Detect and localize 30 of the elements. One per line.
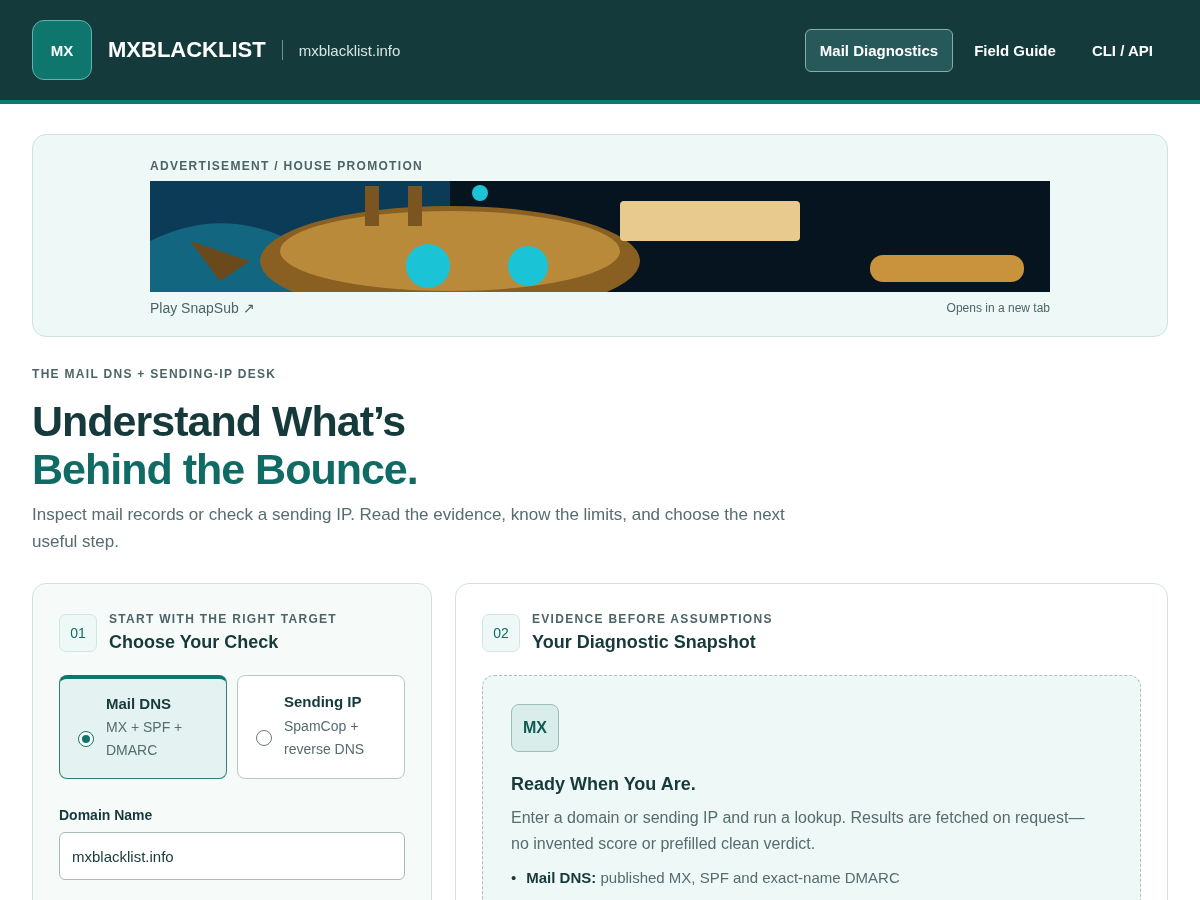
ad-label: ADVERTISEMENT / HOUSE PROMOTION: [150, 159, 424, 173]
card-title: Your Diagnostic Snapshot: [532, 632, 757, 653]
hero-lead: Inspect mail records or check a sending IP. Read the evidence, know the limits, and choose the next useful step.: [32, 504, 786, 553]
mx-badge: MX: [511, 704, 559, 752]
empty-state-title: Ready When You Are.: [511, 774, 697, 795]
nav-link[interactable]: Mail Diagnostics: [804, 28, 954, 72]
nav-link[interactable]: CLI / API: [1076, 28, 1168, 72]
site-domain: mxblacklist.info: [298, 41, 401, 59]
domain-input[interactable]: mxblacklist.info: [59, 832, 405, 880]
step-number: 02: [482, 613, 520, 652]
check-option[interactable]: Mail DNS MX + SPF + DMARC: [59, 675, 227, 779]
logo[interactable]: MX: [32, 20, 92, 80]
field-label: Domain Name: [59, 807, 154, 823]
ad-link[interactable]: Play SnapSub ↗: [150, 300, 255, 316]
brand-name: MXBLACKLIST: [108, 37, 266, 63]
card-eyebrow: START WITH THE RIGHT TARGET: [109, 612, 337, 626]
card-eyebrow: EVIDENCE BEFORE ASSUMPTIONS: [532, 612, 773, 626]
check-option[interactable]: Sending IP SpamCop + reverse DNS: [237, 675, 405, 779]
step-number: 01: [59, 613, 97, 652]
hero-eyebrow: THE MAIL DNS + SENDING-IP DESK: [32, 367, 278, 381]
card-title: Choose Your Check: [109, 632, 280, 653]
radio-button[interactable]: [256, 730, 272, 747]
nav-link[interactable]: Field Guide: [959, 28, 1071, 72]
hero-title: Behind the Bounce.: [32, 445, 419, 493]
bullet-marker: •: [511, 868, 517, 888]
ad-note: Opens in a new tab: [946, 301, 1050, 315]
bullet-text: Mail DNS: published MX, SPF and exact-name DMARC: [526, 868, 900, 888]
radio-button[interactable]: [78, 731, 94, 747]
empty-state-text: Enter a domain or sending IP and run a lookup. Results are fetched on request—no invented score or prefilled clean verdict.: [511, 808, 1086, 854]
hero-title: Understand What’s: [32, 397, 407, 445]
